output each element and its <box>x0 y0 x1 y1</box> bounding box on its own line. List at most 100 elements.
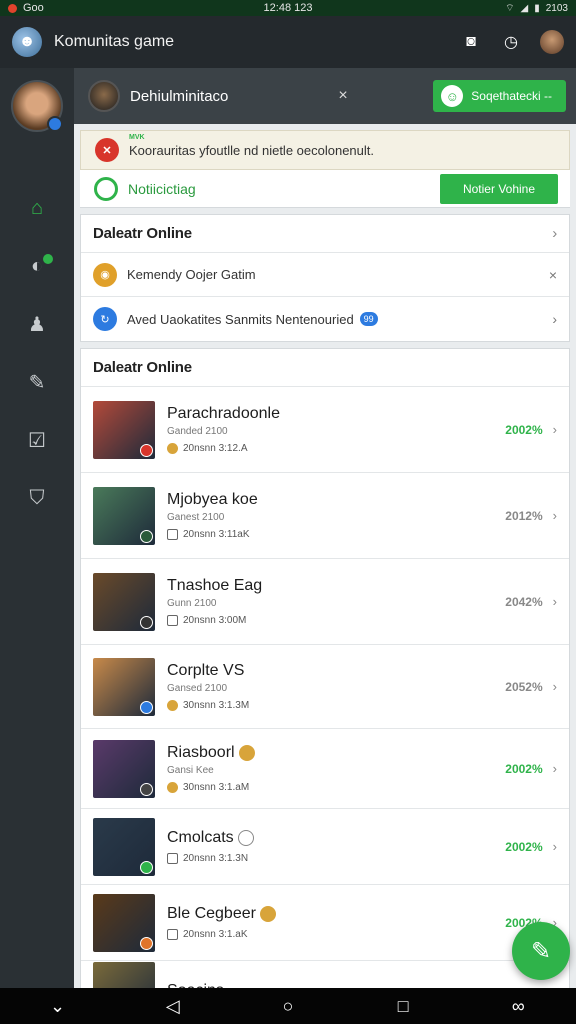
achievement-icon <box>259 906 276 922</box>
notification-button[interactable]: Notier Vohine <box>440 173 558 204</box>
game-row[interactable]: Cmolcats 20nsnn 3:1.3N 2002% › <box>81 809 569 885</box>
game-name-text: Cmolcats <box>167 829 234 846</box>
wifi-icon: ⌔ <box>505 2 515 14</box>
sidebar: ⌂ ◐ ♟ ✎ ☑ ⛉ <box>0 68 74 988</box>
game-row[interactable]: Mjobyea koe Ganest 2100 20nsnn 3:11aK 2012%… <box>81 473 569 559</box>
game-text: Corplte VS Gansed 2100 30nsnn 3:1.3M <box>167 662 249 711</box>
game-score: 2042% <box>505 594 543 609</box>
sidebar-avatar[interactable] <box>11 80 63 132</box>
battery-icon: ▮ <box>534 2 540 14</box>
close-icon[interactable]: × <box>549 267 557 283</box>
contact-name: Dehiulminitaco <box>130 87 229 105</box>
game-name-text: Parachradoonle <box>167 405 280 422</box>
status-time: 12:48 123 <box>263 2 313 14</box>
game-row[interactable]: Parachradoonle Ganded 2100 20nsnn 3:12.A 20… <box>81 387 569 473</box>
list-item-text: Kemendy Oojer Gatim <box>127 267 256 282</box>
game-thumbnail <box>93 817 155 876</box>
list-item[interactable]: ↻ Aved Uaokatites Sanmits Nentenouried 9… <box>81 297 569 341</box>
close-icon[interactable]: × <box>338 87 347 105</box>
app-logo-icon[interactable]: ☻ <box>12 27 42 57</box>
game-row[interactable]: Soacins <box>81 961 569 988</box>
controller-icon[interactable]: ◐ <box>19 248 55 284</box>
chat-icon <box>167 853 178 864</box>
trophy-icon <box>167 443 178 454</box>
notice-banner: ✕ MVK Koorauritas yfoutlle nd nietle oec… <box>80 130 570 170</box>
topbar-action-button[interactable]: ☺ Soqethatecki -- <box>433 80 566 112</box>
home-circle-icon[interactable]: ○ <box>268 991 308 1021</box>
game-icon: ◉ <box>93 262 117 287</box>
game-subtitle: Ganest 2100 <box>167 512 225 523</box>
game-text: Tnashoe Eag Gunn 2100 20nsnn 3:00M <box>167 577 262 626</box>
game-row[interactable]: Ble Cegbeer 20nsnn 3:1.aK 2002% › <box>81 885 569 961</box>
game-text: Riasboorl Gansi Kee 30nsnn 3:1.aM <box>167 744 255 793</box>
game-meta: 30nsnn 3:1.aM <box>167 782 255 793</box>
back-icon[interactable]: ◁ <box>153 991 193 1021</box>
game-meta: 20nsnn 3:11aK <box>167 529 258 540</box>
notification-dot-icon <box>8 3 17 13</box>
trophy-icon <box>167 782 178 793</box>
platform-badge-icon <box>140 782 153 796</box>
contact-avatar[interactable] <box>88 80 120 112</box>
game-text: Ble Cegbeer 20nsnn 3:1.aK <box>167 905 276 940</box>
game-meta-text: 20nsnn 3:00M <box>183 615 247 626</box>
game-row[interactable]: Tnashoe Eag Gunn 2100 20nsnn 3:00M 2042% › <box>81 559 569 645</box>
chat-top-bar: Dehiulminitaco × ☺ Soqethatecki -- <box>74 68 576 124</box>
camera-icon[interactable]: ◙ <box>460 31 482 53</box>
navigation-bar: ⌄ ◁ ○ □ ∞ <box>0 988 576 1024</box>
users-icon[interactable]: ♟ <box>19 306 55 342</box>
platform-badge-icon <box>140 936 153 950</box>
game-row[interactable]: Corplte VS Gansed 2100 30nsnn 3:1.3M 2052% › <box>81 645 569 729</box>
platform-badge-icon <box>140 700 153 714</box>
game-name-text: Riasboorl <box>167 744 235 761</box>
chat-icon <box>167 615 178 626</box>
chevron-right-icon: › <box>552 508 557 523</box>
chevron-right-icon: › <box>552 311 557 327</box>
status-left: Goo <box>8 2 44 14</box>
alert-icon: ✕ <box>95 138 119 162</box>
compose-fab[interactable]: ✎ <box>512 922 570 980</box>
game-thumbnail <box>93 739 155 798</box>
game-meta: 20nsnn 3:1.3N <box>167 853 254 864</box>
game-subtitle: Ganded 2100 <box>167 426 228 437</box>
game-subtitle: Gansi Kee <box>167 765 214 776</box>
game-thumbnail <box>93 572 155 631</box>
list-item-text: Aved Uaokatites Sanmits Nentenouried <box>127 311 354 327</box>
shield-icon[interactable]: ⛉ <box>19 480 55 516</box>
chevron-right-icon: › <box>552 422 557 437</box>
game-score: 2012% <box>505 508 543 523</box>
link-icon[interactable]: ∞ <box>498 991 538 1021</box>
edit-icon[interactable]: ✎ <box>19 364 55 400</box>
list-item[interactable]: ◉ Kemendy Oojer Gatim × <box>81 253 569 297</box>
game-row[interactable]: Riasboorl Gansi Kee 30nsnn 3:1.aM 2002% › <box>81 729 569 809</box>
game-thumbnail <box>93 400 155 459</box>
topbar-button-label: Soqethatecki -- <box>471 89 552 103</box>
game-name: Mjobyea koe <box>167 491 258 509</box>
notice-text: Koorauritas yfoutlle nd nietle oecolonen… <box>129 142 374 158</box>
chevron-right-icon: › <box>552 839 557 854</box>
game-meta: 20nsnn 3:1.aK <box>167 929 276 940</box>
game-score: 2002% <box>505 422 543 437</box>
game-meta: 20nsnn 3:00M <box>167 615 262 626</box>
platform-badge-icon <box>140 443 153 457</box>
clock-icon[interactable]: ◷ <box>500 31 522 53</box>
game-name: Ble Cegbeer <box>167 905 276 923</box>
notification-label: Notiicictiag <box>128 180 196 197</box>
count-badge: 99 <box>359 312 378 326</box>
game-name-text: Mjobyea koe <box>167 491 258 508</box>
recents-icon[interactable]: □ <box>383 991 423 1021</box>
game-text: Mjobyea koe Ganest 2100 20nsnn 3:11aK <box>167 491 258 540</box>
share-icon: ↻ <box>93 307 117 331</box>
game-meta-text: 20nsnn 3:1.3N <box>183 853 249 864</box>
back-gesture-icon[interactable]: ⌄ <box>38 991 78 1021</box>
game-thumbnail <box>93 657 155 716</box>
main-content: Dehiulminitaco × ☺ Soqethatecki -- ✕ MVK… <box>74 68 576 988</box>
online-card-header[interactable]: Daleatr Online › <box>81 215 569 253</box>
game-thumbnail <box>93 961 155 988</box>
checklist-icon[interactable]: ☑ <box>19 422 55 458</box>
achievement-icon <box>237 830 254 846</box>
home-icon[interactable]: ⌂ <box>19 190 55 226</box>
chevron-right-icon: › <box>552 761 557 776</box>
profile-avatar[interactable] <box>540 30 564 54</box>
game-name: Cmolcats <box>167 829 254 847</box>
game-name: Corplte VS <box>167 662 249 680</box>
